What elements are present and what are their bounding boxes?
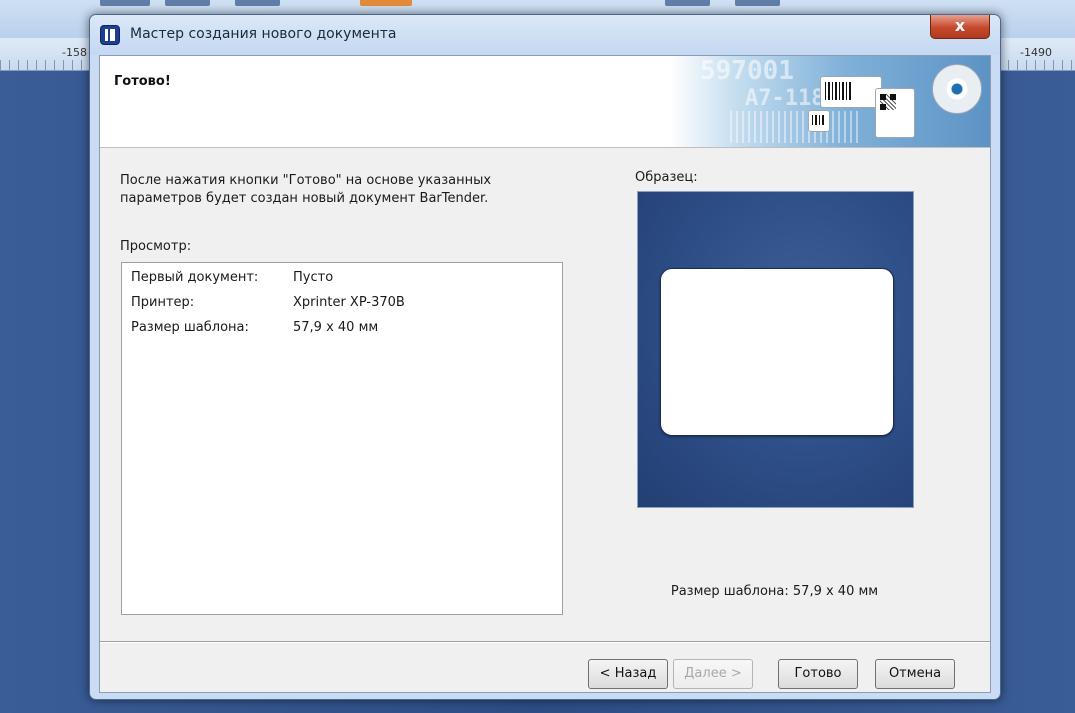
- finish-button[interactable]: Готово: [778, 659, 858, 689]
- page-title: Готово!: [114, 74, 171, 89]
- new-document-wizard-dialog: Мастер создания нового документа x Готов…: [89, 14, 1001, 700]
- toolbar-button[interactable]: [735, 0, 780, 6]
- button-separator: [100, 641, 990, 643]
- disc-label-icon: [932, 64, 982, 114]
- toolbar-button-active[interactable]: [360, 0, 412, 6]
- toolbar-button[interactable]: [100, 0, 150, 6]
- banner-art-text: 597001: [700, 56, 794, 86]
- dialog-title: Мастер создания нового документа: [130, 26, 397, 42]
- barcode-pattern: [730, 111, 860, 143]
- qr-label-icon: [875, 88, 915, 138]
- preview-row-key: Первый документ:: [131, 270, 259, 285]
- barcode-icon: [812, 115, 825, 125]
- qr-code-icon: [880, 94, 896, 110]
- sample-label: Образец:: [635, 170, 698, 185]
- preview-row-value: Пусто: [293, 270, 334, 285]
- toolbar-button[interactable]: [165, 0, 210, 6]
- bartender-app-icon: [100, 25, 120, 45]
- ruler-label-right: -1490: [1020, 46, 1052, 59]
- preview-label: Просмотр:: [120, 239, 192, 254]
- barcode-icon: [825, 82, 851, 100]
- back-button[interactable]: < Назад: [588, 659, 668, 689]
- intro-text: После нажатия кнопки "Готово" на основе …: [120, 173, 492, 206]
- close-button[interactable]: x: [930, 15, 990, 39]
- banner-art-text: A7-118: [745, 86, 825, 111]
- toolbar-button[interactable]: [665, 0, 710, 6]
- small-label-icon: [808, 110, 830, 132]
- wizard-header-banner: Готово! 597001 A7-118: [100, 56, 990, 148]
- banner-illustration: 597001 A7-118: [670, 56, 990, 147]
- preview-list[interactable]: Первый документ: Пусто Принтер: Xprinter…: [121, 262, 563, 615]
- preview-row-value: Xprinter XP-370B: [293, 295, 405, 310]
- ruler-label-left: -158: [62, 46, 87, 59]
- preview-row-key: Принтер:: [131, 295, 195, 310]
- sample-label-shape: [660, 268, 894, 436]
- dialog-client-area: Готово! 597001 A7-118 После нажатия кноп…: [99, 55, 991, 693]
- sample-size-text: Размер шаблона: 57,9 x 40 мм: [670, 584, 879, 599]
- barcode-label-icon: [820, 76, 882, 108]
- preview-row-key: Размер шаблона:: [131, 320, 249, 335]
- cancel-button[interactable]: Отмена: [875, 659, 955, 689]
- sample-preview: [637, 191, 914, 508]
- dialog-titlebar[interactable]: Мастер создания нового документа x: [90, 15, 1000, 55]
- preview-row-value: 57,9 x 40 мм: [293, 320, 379, 335]
- toolbar-button[interactable]: [235, 0, 280, 6]
